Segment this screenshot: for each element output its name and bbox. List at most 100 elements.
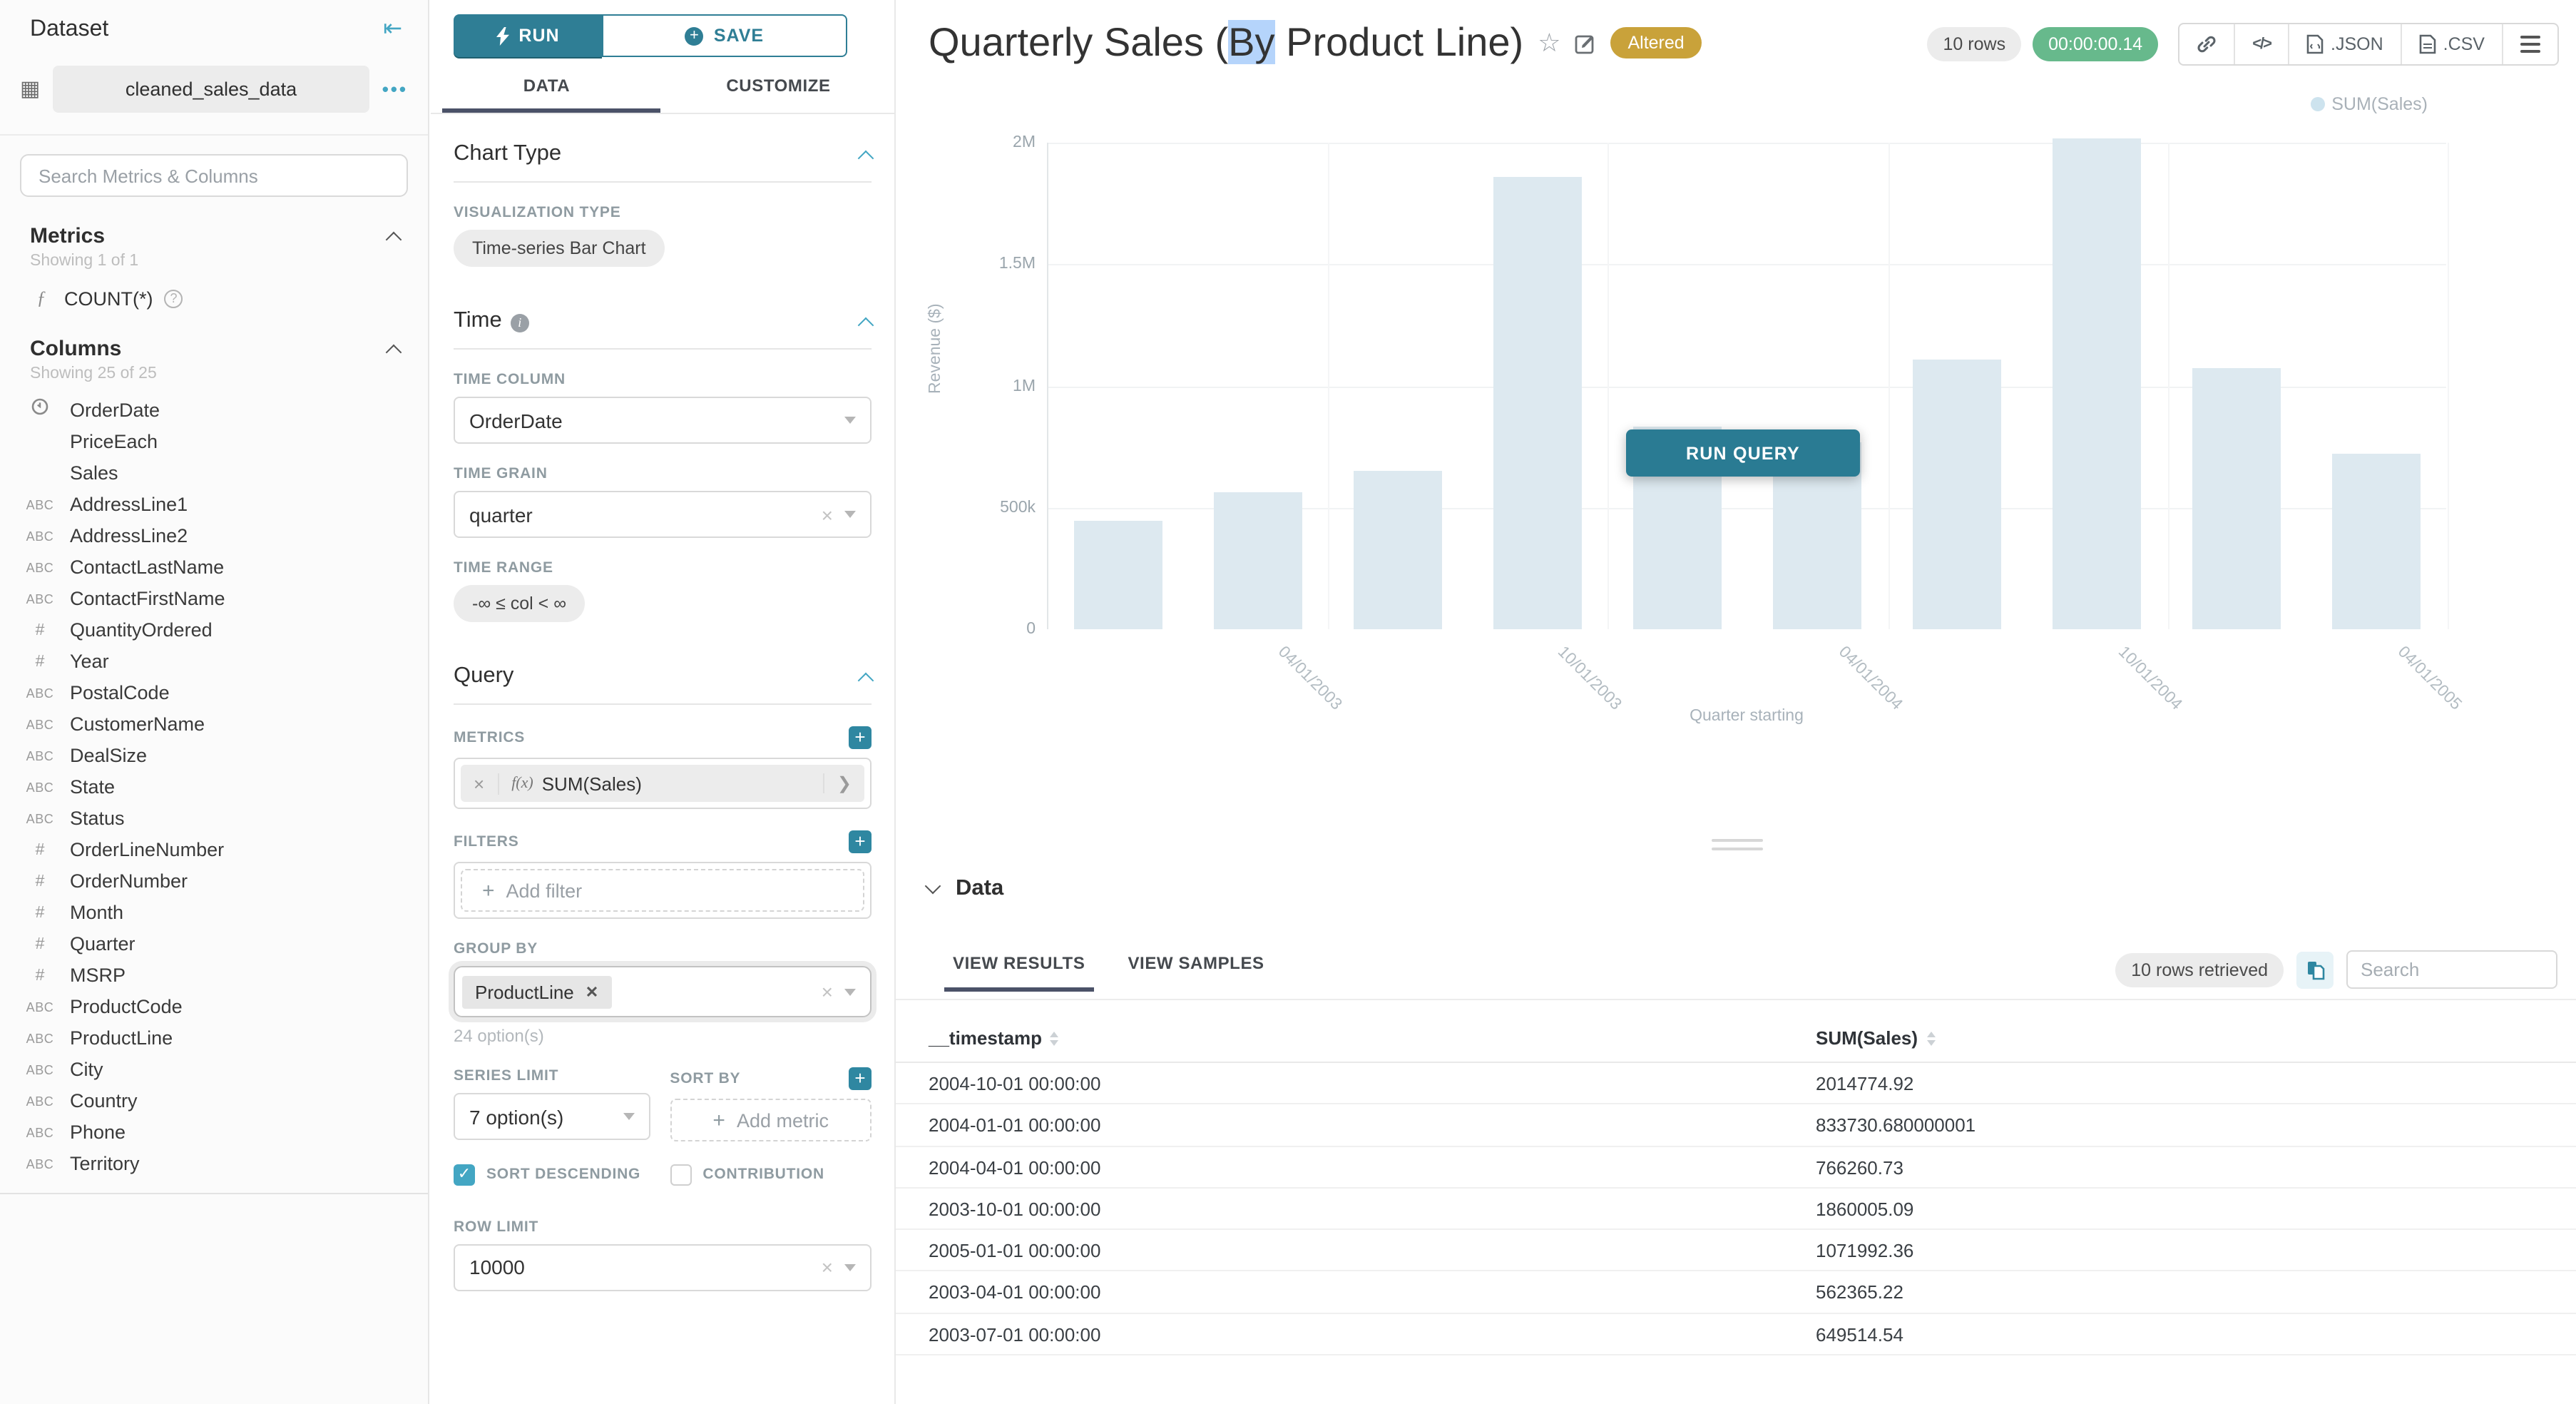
contribution-checkbox[interactable] xyxy=(670,1164,691,1186)
column-header-timestamp[interactable]: __timestamp xyxy=(929,1027,1059,1049)
dataset-name[interactable]: cleaned_sales_data xyxy=(53,66,369,113)
column-item[interactable]: ABCCustomerName xyxy=(0,708,428,739)
remove-chip-icon[interactable]: ✕ xyxy=(586,982,598,1001)
legend-item[interactable]: SUM(Sales) xyxy=(2310,94,2428,114)
save-button[interactable]: + SAVE xyxy=(602,14,847,57)
groupby-select[interactable]: ProductLine✕ × xyxy=(454,966,872,1017)
column-item[interactable]: ABCAddressLine2 xyxy=(0,519,428,551)
collapse-sidebar-icon[interactable]: ⇤ xyxy=(383,19,402,41)
add-metric-button[interactable]: + xyxy=(849,726,872,749)
filters-box: +Add filter xyxy=(454,862,872,919)
y-tick-label: 2M xyxy=(896,134,1036,151)
timestamp-cell: 2004-04-01 00:00:00 xyxy=(929,1156,1100,1178)
add-sort-metric-button[interactable]: + xyxy=(849,1067,872,1090)
column-item[interactable]: ABCContactFirstName xyxy=(0,582,428,614)
column-item[interactable]: #Month xyxy=(0,896,428,927)
sort-descending-checkbox[interactable]: ✓ xyxy=(454,1164,475,1186)
sum-sales-cell: 2014774.92 xyxy=(1816,1073,1913,1094)
clear-icon[interactable]: × xyxy=(822,980,833,1003)
column-item[interactable]: ABCDealSize xyxy=(0,739,428,770)
export-json-button[interactable]: .JSON xyxy=(2289,24,2402,64)
run-button[interactable]: RUN xyxy=(454,14,602,57)
column-item[interactable]: ABCContactLastName xyxy=(0,551,428,582)
column-item[interactable]: ABCAddressLine1 xyxy=(0,488,428,519)
column-item[interactable]: Sales xyxy=(0,457,428,488)
sort-by-label: SORT BY xyxy=(670,1070,740,1087)
selected-text: By xyxy=(1228,20,1274,64)
time-column-select[interactable]: OrderDate xyxy=(454,397,872,444)
tab-view-results[interactable]: VIEW RESULTS xyxy=(953,953,1085,992)
clear-icon[interactable]: × xyxy=(822,1256,833,1279)
column-item[interactable]: ABCProductLine xyxy=(0,1022,428,1053)
column-item[interactable]: #OrderLineNumber xyxy=(0,833,428,865)
chevron-up-icon[interactable] xyxy=(858,672,874,688)
chevron-down-icon xyxy=(844,511,856,518)
column-item[interactable]: ABCState xyxy=(0,770,428,802)
column-item[interactable]: #MSRP xyxy=(0,959,428,990)
chevron-down-icon[interactable] xyxy=(925,878,941,895)
run-query-button[interactable]: RUN QUERY xyxy=(1626,429,1860,477)
column-item[interactable]: PriceEach xyxy=(0,425,428,457)
add-filter-dropzone[interactable]: +Add filter xyxy=(461,869,864,912)
y-tick-label: 500k xyxy=(896,499,1036,517)
data-search-input[interactable] xyxy=(2346,950,2557,989)
groupby-chip[interactable]: ProductLine✕ xyxy=(462,975,611,1008)
csv-file-icon xyxy=(2419,34,2436,54)
column-item[interactable]: ABCTerritory xyxy=(0,1147,428,1179)
json-file-icon xyxy=(2306,34,2324,54)
sidebar-search-input[interactable] xyxy=(36,163,392,188)
export-csv-button[interactable]: .CSV xyxy=(2402,24,2503,64)
rows-retrieved-badge: 10 rows retrieved xyxy=(2115,952,2284,987)
copy-data-button[interactable] xyxy=(2296,951,2334,988)
time-range-value[interactable]: -∞ ≤ col < ∞ xyxy=(454,585,585,622)
column-item[interactable]: ABCCity xyxy=(0,1053,428,1084)
menu-button[interactable] xyxy=(2503,24,2557,64)
metrics-collapse-icon[interactable] xyxy=(386,232,402,248)
panel-resize-handle[interactable] xyxy=(1712,839,1763,856)
column-header-sum-sales[interactable]: SUM(Sales) xyxy=(1816,1027,1935,1049)
remove-metric-icon[interactable]: × xyxy=(461,773,499,794)
column-item[interactable]: ABCProductCode xyxy=(0,990,428,1022)
favorite-star-icon[interactable]: ☆ xyxy=(1538,28,1560,58)
export-toolbar: </> .JSON .CSV xyxy=(2178,23,2559,66)
time-grain-select[interactable]: quarter × xyxy=(454,491,872,538)
row-limit-select[interactable]: 10000 × xyxy=(454,1244,872,1291)
column-item[interactable]: #QuantityOrdered xyxy=(0,614,428,645)
tab-customize[interactable]: CUSTOMIZE xyxy=(663,76,894,113)
embed-code-button[interactable]: </> xyxy=(2235,24,2289,64)
metric-item[interactable]: ƒ COUNT(*) ? xyxy=(0,270,428,310)
dataset-more-icon[interactable]: ••• xyxy=(382,78,408,100)
row-count-badge: 10 rows xyxy=(1928,27,2022,61)
chevron-down-icon xyxy=(844,1264,856,1271)
sum-sales-cell: 649514.54 xyxy=(1816,1324,1903,1346)
tab-view-samples[interactable]: VIEW SAMPLES xyxy=(1128,953,1264,992)
copy-link-button[interactable] xyxy=(2179,24,2235,64)
metric-chip[interactable]: × f(x)SUM(Sales) ❯ xyxy=(461,765,864,802)
chevron-up-icon[interactable] xyxy=(858,317,874,333)
add-filter-button[interactable]: + xyxy=(849,830,872,853)
viz-type-value[interactable]: Time-series Bar Chart xyxy=(454,230,665,267)
columns-collapse-icon[interactable] xyxy=(386,345,402,361)
series-limit-select[interactable]: 7 option(s) xyxy=(454,1093,650,1140)
tab-data[interactable]: DATA xyxy=(431,76,663,113)
add-sort-metric-dropzone[interactable]: +Add metric xyxy=(670,1099,872,1141)
column-item[interactable]: #Quarter xyxy=(0,927,428,959)
column-item[interactable]: ABCPostalCode xyxy=(0,676,428,708)
text-icon: ABC xyxy=(19,993,61,1019)
column-item[interactable]: OrderDate xyxy=(0,394,428,425)
column-item[interactable]: ABCStatus xyxy=(0,802,428,833)
column-item[interactable]: #OrderNumber xyxy=(0,865,428,896)
groupby-options-hint: 24 option(s) xyxy=(454,1026,872,1046)
query-timer-badge: 00:00:00.14 xyxy=(2033,27,2158,61)
chevron-up-icon[interactable] xyxy=(858,150,874,166)
expand-metric-icon[interactable]: ❯ xyxy=(823,773,864,793)
column-item[interactable]: ABCCountry xyxy=(0,1084,428,1116)
numeric-icon: # xyxy=(19,962,61,987)
numeric-icon: # xyxy=(19,899,61,925)
clear-icon[interactable]: × xyxy=(822,503,833,526)
edit-title-icon[interactable] xyxy=(1575,32,1596,54)
contribution-label: CONTRIBUTION xyxy=(702,1164,824,1187)
column-item[interactable]: #Year xyxy=(0,645,428,676)
column-item[interactable]: ABCPhone xyxy=(0,1116,428,1147)
metric-label: COUNT(*) xyxy=(64,288,153,309)
